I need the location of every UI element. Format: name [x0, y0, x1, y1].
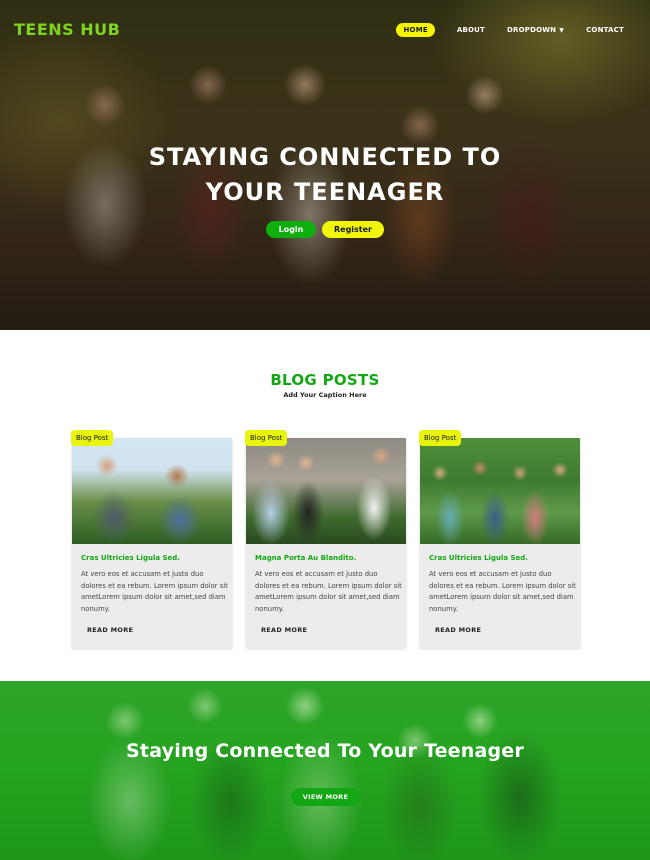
blog-post-title[interactable]: Magna Porta Au Blandito. [255, 554, 356, 562]
read-more-link[interactable]: READ MORE [87, 626, 133, 634]
blog-post-badge: Blog Post [419, 430, 462, 446]
cta-banner: Staying Connected To Your Teenager VIEW … [0, 681, 650, 860]
hero-title-line2: YOUR TEENAGER [205, 178, 445, 206]
blog-post-image[interactable] [72, 438, 232, 544]
blog-post-excerpt: At vero eos et accusam et justo duo dolo… [81, 570, 228, 613]
hero-title: STAYING CONNECTED TO YOUR TEENAGER [0, 140, 650, 210]
nav-home[interactable]: HOME [396, 23, 435, 37]
site-logo[interactable]: TEENS HUB [14, 20, 120, 39]
nav-about[interactable]: ABOUT [457, 26, 485, 34]
blog-post-badge: Blog Post [245, 430, 288, 446]
hero-title-line1: STAYING CONNECTED TO [148, 143, 502, 171]
blog-card: Blog Post Magna Porta Au Blandito. At ve… [245, 430, 406, 648]
blog-section-caption: Add Your Caption Here [283, 391, 367, 399]
login-button[interactable]: Login [266, 221, 316, 238]
blog-card: Blog Post Cras Ultricies Ligula Sed. At … [419, 430, 580, 648]
nav-contact[interactable]: CONTACT [586, 26, 624, 34]
hero-buttons: Login Register [0, 221, 650, 238]
top-navigation: TEENS HUB HOME ABOUT DROPDOWN ▼ CONTACT [0, 0, 650, 60]
blog-post-badge: Blog Post [71, 430, 114, 446]
read-more-link[interactable]: READ MORE [435, 626, 481, 634]
blog-post-title[interactable]: Cras Ultricies Ligula Sed. [81, 554, 180, 562]
blog-section-title: BLOG POSTS [270, 371, 380, 389]
blog-post-excerpt: At vero eos et accusam et justo duo dolo… [255, 570, 402, 613]
blog-post-excerpt: At vero eos et accusam et justo duo dolo… [429, 570, 576, 613]
chevron-down-icon: ▼ [559, 27, 565, 34]
read-more-link[interactable]: READ MORE [261, 626, 307, 634]
blog-post-title[interactable]: Cras Ultricies Ligula Sed. [429, 554, 528, 562]
nav-dropdown-label: DROPDOWN [507, 26, 557, 34]
blog-cards: Blog Post Cras Ultricies Ligula Sed. At … [71, 430, 580, 648]
register-button[interactable]: Register [322, 221, 384, 238]
view-more-button[interactable]: VIEW MORE [291, 788, 360, 806]
blog-post-image[interactable] [420, 438, 580, 544]
blog-card: Blog Post Cras Ultricies Ligula Sed. At … [71, 430, 232, 648]
cta-title: Staying Connected To Your Teenager [126, 740, 524, 762]
blog-post-image[interactable] [246, 438, 406, 544]
nav-menu: HOME ABOUT DROPDOWN ▼ CONTACT [396, 23, 624, 37]
nav-dropdown[interactable]: DROPDOWN ▼ [507, 26, 564, 34]
hero-banner: TEENS HUB HOME ABOUT DROPDOWN ▼ CONTACT S… [0, 0, 650, 330]
